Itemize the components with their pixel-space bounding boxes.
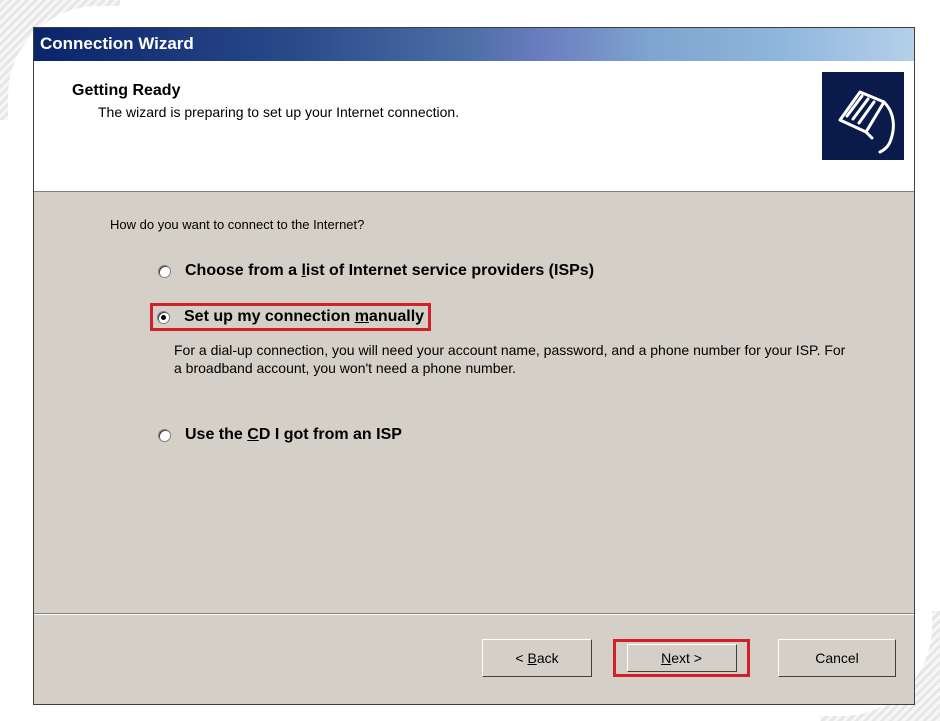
title-bar[interactable]: Connection Wizard [34, 28, 914, 61]
page-title: Getting Ready [72, 82, 181, 99]
radio-choose-isp-list[interactable] [158, 264, 171, 278]
label-accelerator: m [354, 308, 369, 325]
radio-setup-manually[interactable] [157, 310, 170, 324]
label-text-pre: Set up my connection [184, 308, 355, 325]
network-cable-icon [822, 72, 904, 160]
option-setup-manually[interactable]: Set up my connection manually [150, 303, 432, 331]
page-subtitle: The wizard is preparing to set up your I… [98, 104, 460, 120]
label-text-post: ist of Internet service providers (ISPs) [305, 262, 595, 279]
label-text-post: D I got from an ISP [258, 426, 402, 443]
label-accelerator: B [527, 650, 537, 666]
next-label: Next > [661, 650, 702, 666]
wizard-content: How do you want to connect to the Intern… [34, 193, 914, 613]
option-label: Choose from a list of Internet service p… [185, 262, 594, 280]
label-text-post: ext > [671, 650, 702, 666]
connection-question: How do you want to connect to the Intern… [110, 217, 365, 232]
back-label: < Back [515, 650, 558, 666]
footer-divider [34, 613, 914, 615]
window-title: Connection Wizard [40, 34, 194, 53]
label-accelerator: N [661, 650, 672, 666]
option-choose-isp-list[interactable]: Choose from a list of Internet service p… [158, 262, 594, 280]
label-accelerator: C [247, 426, 259, 443]
label-text-post: ack [536, 650, 559, 666]
next-button-face[interactable]: Next > [626, 644, 737, 672]
label-text-pre: Use the [185, 426, 248, 443]
back-button[interactable]: < Back [482, 639, 592, 677]
next-button[interactable]: Next > [613, 639, 750, 677]
option-label: Set up my connection manually [184, 308, 424, 326]
cancel-button[interactable]: Cancel [778, 639, 896, 677]
radio-use-isp-cd[interactable] [158, 428, 171, 442]
option-use-isp-cd[interactable]: Use the CD I got from an ISP [158, 426, 402, 444]
label-text-pre: < [515, 650, 528, 666]
wizard-header: Getting Ready The wizard is preparing to… [34, 61, 914, 192]
option-label: Use the CD I got from an ISP [185, 426, 402, 444]
cancel-label: Cancel [815, 650, 859, 666]
label-text-post: anually [368, 308, 425, 325]
option-description: For a dial-up connection, you will need … [174, 342, 846, 376]
wizard-window: Connection Wizard Getting Ready The wiza… [33, 27, 915, 705]
label-text-pre: Choose from a [185, 262, 302, 279]
